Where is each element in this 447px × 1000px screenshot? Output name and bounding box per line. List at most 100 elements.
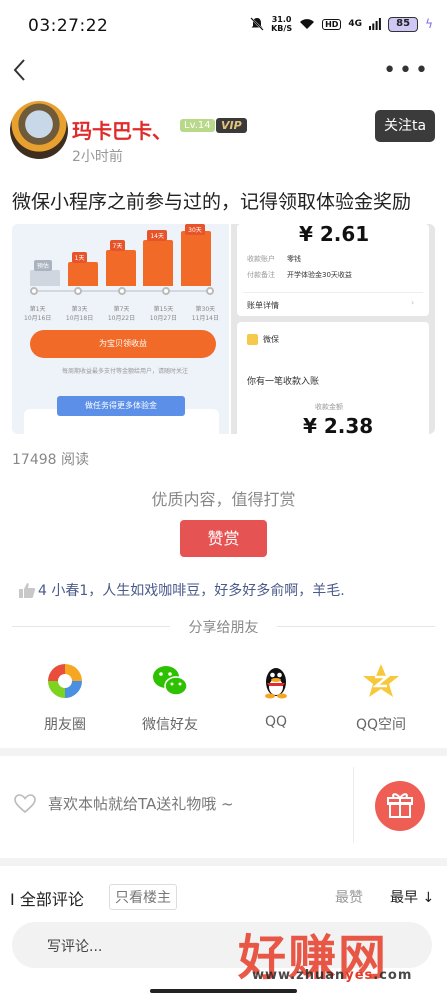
likes-list[interactable]: 4 小春1，人生如戏咖啡豆，好多好多俞啊，羊毛. [18, 580, 345, 600]
post-image-left[interactable]: 预估 1天 7天 14天 30天 第1天 10月16日 第3天 10月18日 第7天 10月22日… [12, 224, 229, 434]
url-part: www.zhuan [252, 968, 346, 983]
image-bar-label: 14天 [147, 230, 167, 241]
sort-new-tab[interactable]: 最早 ↓ [390, 887, 434, 907]
sort-hot-tab[interactable]: 最赞 [335, 887, 363, 907]
gift-button[interactable] [375, 781, 425, 831]
image-day-label: 第30天 11月14日 [192, 304, 219, 322]
image-bar-label: 7天 [109, 240, 126, 251]
hd-badge: HD [322, 18, 342, 30]
day-text: 第15天 [153, 306, 174, 313]
row-value: 开学体验金30天收益 [287, 271, 352, 279]
image-bar [143, 240, 174, 286]
thumbs-up-icon [19, 583, 36, 598]
sort-arrow-icon: ↓ [422, 890, 435, 906]
charging-icon: ϟ [425, 17, 433, 31]
battery-indicator: 85 [388, 16, 419, 32]
image-bar [105, 250, 136, 286]
amount-bottom: ¥ 2.38 [303, 414, 374, 434]
timeline-dot [74, 287, 82, 295]
share-moments-label: 朋友圈 [44, 717, 86, 733]
image-note: 每周期收益最多支付等金额给用户，请随时关注 [61, 368, 188, 375]
qzone-icon [363, 664, 399, 697]
gift-separator [353, 767, 354, 843]
date-text: 10月22日 [107, 315, 136, 322]
image-bar-group: 预估 1天 7天 14天 30天 [22, 224, 219, 286]
image-day-label: 第7天 10月22日 [108, 304, 135, 322]
status-time: 03:27:22 [28, 16, 109, 36]
image-day-label: 第1天 10月16日 [24, 304, 51, 322]
wifi-icon [300, 19, 315, 29]
mute-bell-icon [250, 17, 264, 31]
section-divider [0, 748, 447, 756]
share-qq-button[interactable]: QQ [231, 662, 321, 730]
gift-prompt: 喜欢本帖就给TA送礼物哦 ~ [14, 793, 234, 814]
net-speed-unit: KB/S [271, 24, 293, 33]
comment-title-text: 全部评论 [19, 890, 84, 909]
bill-detail-label: 账单详情 [247, 301, 279, 310]
url-part: .com [373, 968, 413, 983]
back-arrow-icon[interactable] [10, 56, 34, 84]
day-text: 第7天 [113, 306, 130, 313]
share-qq-label: QQ [264, 714, 288, 730]
post-time: 2小时前 [72, 149, 123, 165]
signal-icon [369, 18, 381, 30]
payment-row-account: 收款账户 零钱 [247, 254, 301, 264]
payment-row-note: 付款备注 开学体验金30天收益 [247, 270, 352, 280]
avatar[interactable] [10, 101, 68, 159]
vip-badge: VIP [216, 118, 247, 133]
timeline-dot [118, 287, 126, 295]
comment-input[interactable]: 写评论... [47, 936, 102, 956]
follow-button[interactable]: 关注ta [375, 110, 435, 142]
amount-top: ¥ 2.61 [299, 224, 370, 246]
comment-header: I 全部评论 只看楼主 最赞 最早 ↓ [0, 883, 447, 910]
level-badge: Lv.14 [180, 119, 215, 132]
image-day-label: 第15天 10月27日 [150, 304, 177, 322]
share-qzone-button[interactable]: QQ空间 [336, 662, 426, 734]
net-speed: 31.0 KB/S [271, 15, 292, 33]
image-day-labels: 第1天 10月16日 第3天 10月18日 第7天 10月22日 第15天 10月27日 第30… [24, 304, 219, 322]
date-text: 10月18日 [65, 315, 94, 322]
post-image-right[interactable]: ¥ 2.61 收款账户 零钱 付款备注 开学体验金30天收益 账单详情 › 微保 你… [231, 224, 435, 434]
weibao-logo-icon [247, 334, 258, 345]
tip-button[interactable]: 赞赏 [180, 520, 267, 557]
wechat-icon [153, 666, 188, 696]
image-banner: 做任务得更多体验金 [57, 396, 185, 416]
signal-label: 4G [348, 19, 363, 29]
watermark-url: www.zhuanyes.com [252, 968, 412, 983]
receipt-card: 微保 你有一笔收款入账 收款金额 ¥ 2.38 [237, 322, 429, 434]
gift-icon [387, 793, 413, 818]
read-count: 17498 阅读 [12, 452, 89, 468]
share-qzone-label: QQ空间 [355, 717, 407, 733]
image-pill: 为宝贝领收益 [30, 330, 216, 358]
share-wechat-button[interactable]: 微信好友 [125, 662, 215, 734]
likes-text: 4 小春1，人生如戏咖啡豆，好多好多俞啊，羊毛. [38, 583, 345, 599]
date-text: 10月16日 [24, 315, 52, 322]
timeline-dot [206, 287, 214, 295]
image-bar-label: 30天 [185, 224, 205, 235]
net-speed-value: 31.0 [271, 15, 292, 24]
day-text: 第1天 [29, 306, 46, 313]
receipt-text: 你有一笔收款入账 [247, 377, 320, 387]
share-title: 分享给朋友 [0, 617, 447, 637]
home-indicator[interactable] [150, 989, 297, 993]
row-value: 零钱 [287, 255, 301, 263]
date-text: 11月14日 [191, 315, 219, 322]
share-moments-button[interactable]: 朋友圈 [20, 662, 110, 734]
comment-section-title: I 全部评论 [10, 890, 84, 909]
more-options-icon[interactable]: ••• [383, 58, 431, 83]
timeline-dot [30, 287, 38, 295]
image-bar-label: 预估 [33, 260, 52, 271]
row-label: 付款备注 [247, 271, 275, 279]
image-bar [67, 262, 98, 286]
payment-card: ¥ 2.61 收款账户 零钱 付款备注 开学体验金30天收益 账单详情 › [237, 224, 429, 316]
author-name[interactable]: 玛卡巴卡、 [72, 115, 172, 144]
image-day-label: 第3天 10月18日 [66, 304, 93, 322]
owner-only-button[interactable]: 只看楼主 [109, 884, 177, 910]
receipt-amount-label: 收款金额 [315, 403, 343, 411]
status-bar: 03:27:22 31.0 KB/S HD 4G 85 ϟ [0, 0, 447, 52]
section-divider [0, 858, 447, 866]
gift-text: 喜欢本帖就给TA送礼物哦 ~ [48, 795, 234, 813]
url-part: yes [345, 968, 374, 983]
image-bar-label: 1天 [71, 252, 88, 263]
day-text: 第30天 [195, 306, 216, 313]
